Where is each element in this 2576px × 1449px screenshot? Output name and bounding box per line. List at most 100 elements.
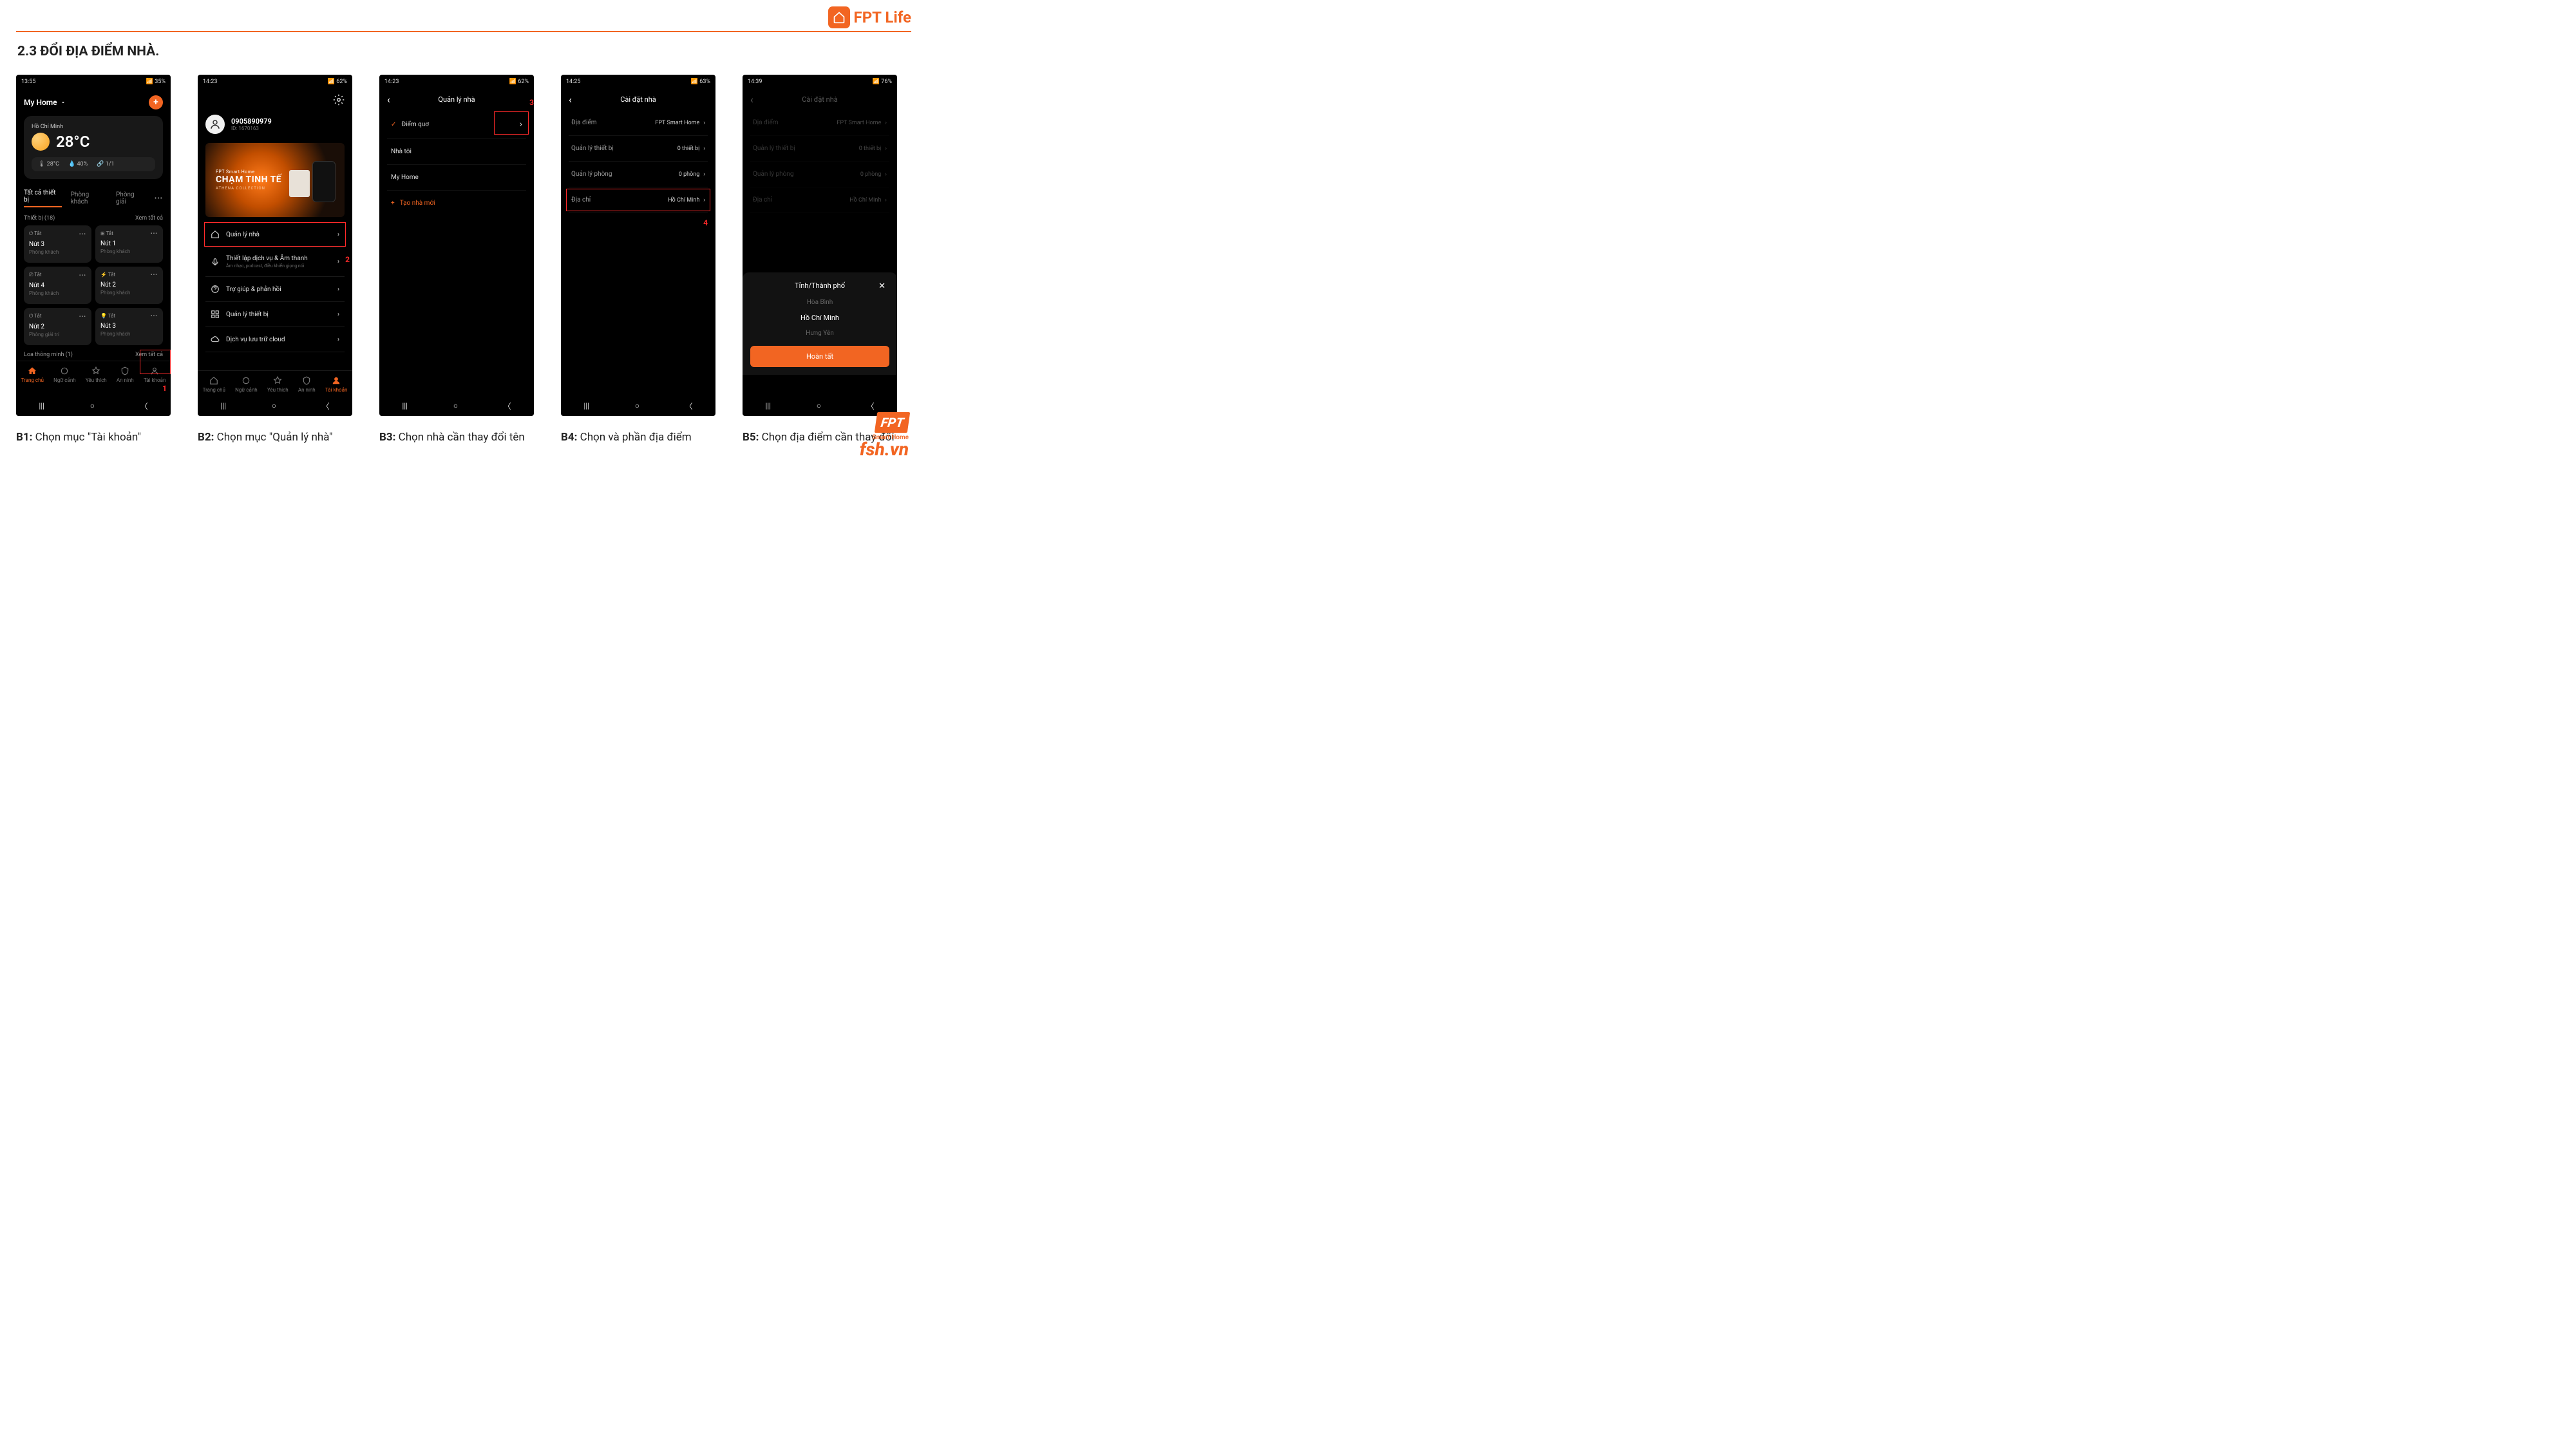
home-item-selected[interactable]: ✓Điểm quơ › — [387, 110, 526, 139]
promo-banner[interactable]: FPT Smart Home CHẠM TINH TẾ ATHENA COLLE… — [205, 143, 345, 217]
caption-b4: B4: Chọn và phần địa điểm — [561, 430, 730, 446]
add-button[interactable]: + — [149, 95, 163, 109]
create-home[interactable]: +Tạo nhà mới — [387, 190, 526, 216]
setting-rooms[interactable]: Quản lý phòng 0 phòng› — [569, 162, 708, 187]
tab-living[interactable]: Phòng khách — [71, 191, 107, 205]
tab-entertainment[interactable]: Phòng giải — [116, 191, 146, 205]
back-button[interactable]: ‹ — [387, 93, 390, 106]
tab-home[interactable]: Trang chủ — [203, 376, 225, 393]
fpt-life-logo-icon — [828, 6, 850, 28]
picker-option[interactable]: Hưng Yên — [806, 330, 833, 337]
tab-all-devices[interactable]: Tất cả thiết bị — [24, 189, 62, 207]
back-button: ‹ — [750, 93, 753, 106]
bulb-icon: 💡 Tắt — [100, 313, 115, 319]
home-icon[interactable]: ○ — [817, 401, 821, 410]
setting-location[interactable]: Địa điểm FPT Smart Home› — [569, 110, 708, 136]
status-battery: 📶 62% — [328, 79, 347, 85]
back-icon[interactable]: 〈 — [140, 401, 148, 412]
more-icon[interactable]: ••• — [151, 231, 158, 236]
phone-b3: 14:23 📶 62% ‹ Quản lý nhà ✓Điểm quơ › Nh… — [379, 75, 534, 416]
home-item[interactable]: Nhà tôi 3 — [387, 139, 526, 165]
more-icon[interactable]: ••• — [79, 272, 86, 278]
slider-icon: ⎚ Tắt — [29, 272, 42, 278]
home-selector[interactable]: My Home — [24, 98, 66, 107]
tab-favorite[interactable]: Yêu thích — [267, 376, 289, 393]
back-icon[interactable]: 〈 — [504, 401, 511, 412]
more-icon[interactable]: ••• — [151, 272, 158, 278]
tab-more-icon[interactable]: ••• — [155, 195, 163, 202]
chevron-right-icon: › — [337, 311, 339, 318]
home-icon[interactable]: ○ — [453, 401, 458, 410]
more-icon[interactable]: ••• — [79, 314, 86, 319]
tab-home[interactable]: Trang chủ — [21, 366, 44, 383]
menu-manage-home[interactable]: Quản lý nhà › — [205, 222, 345, 247]
picker-option[interactable]: Hòa Bình — [807, 299, 833, 306]
home-item[interactable]: My Home — [387, 165, 526, 190]
power-icon: ⏻ Tắt — [29, 231, 41, 237]
recent-icon[interactable]: ||| — [402, 401, 408, 410]
weather-temp: 28°C — [56, 133, 90, 151]
status-battery: 📶 76% — [873, 79, 892, 85]
setting-devices[interactable]: Quản lý thiết bị 0 thiết bị› — [569, 136, 708, 162]
device-card[interactable]: 💡 Tắt••• Nút 3 Phòng khách — [95, 308, 163, 345]
back-icon[interactable]: 〈 — [685, 401, 693, 412]
menu-devices[interactable]: Quản lý thiết bị › — [205, 302, 345, 327]
back-icon[interactable]: 〈 — [322, 401, 330, 412]
device-card[interactable]: ⏻ Tắt••• Nút 2 Phòng giải trí — [24, 308, 91, 345]
device-card[interactable]: ⎚ Tắt••• Nút 4 Phòng khách — [24, 267, 91, 304]
recent-icon[interactable]: ||| — [765, 401, 771, 410]
device-card[interactable]: ⏻ Tắt••• Nút 3 Phòng khách — [24, 225, 91, 263]
status-bar: 14:23 📶 62% — [379, 75, 534, 89]
back-icon[interactable]: 〈 — [867, 401, 875, 412]
menu-audio-service[interactable]: Thiết lập dịch vụ & Âm thanh Âm nhạc, po… — [205, 247, 345, 277]
picker-wheel[interactable]: Hòa Bình Hồ Chí Minh Hưng Yên — [750, 299, 889, 337]
view-all[interactable]: Xem tất cả — [135, 215, 163, 222]
device-card[interactable]: ⚡ Tắt••• Nút 2 Phòng khách — [95, 267, 163, 304]
help-icon — [211, 285, 220, 294]
status-time: 14:25 — [566, 79, 580, 85]
tab-security[interactable]: An ninh — [298, 376, 316, 393]
menu-cloud[interactable]: Dịch vụ lưu trữ cloud › — [205, 327, 345, 352]
recent-icon[interactable]: ||| — [220, 401, 226, 410]
chevron-right-icon: › — [703, 171, 705, 178]
back-button[interactable]: ‹ — [569, 93, 572, 106]
tab-account[interactable]: Tài khoản — [144, 366, 166, 383]
done-button[interactable]: Hoàn tất — [750, 346, 889, 367]
home-icon[interactable]: ○ — [90, 401, 95, 410]
more-icon[interactable]: ••• — [79, 231, 86, 237]
tab-favorite[interactable]: Yêu thích — [86, 366, 107, 383]
tab-scene[interactable]: Ngữ cảnh — [235, 376, 258, 393]
chevron-right-icon: › — [337, 286, 339, 293]
gear-icon[interactable] — [333, 94, 345, 106]
tab-scene[interactable]: Ngữ cảnh — [53, 366, 76, 383]
fpt-life-logo: FPT Life — [828, 6, 911, 28]
picker-option-selected[interactable]: Hồ Chí Minh — [800, 314, 839, 322]
setting-address[interactable]: Địa chỉ Hồ Chí Minh› — [569, 187, 708, 213]
tab-account[interactable]: Tài khoản — [325, 376, 347, 393]
status-bar: 14:25 📶 63% — [561, 75, 715, 89]
recent-icon[interactable]: ||| — [583, 401, 589, 410]
menu-help[interactable]: Trợ giúp & phản hồi › — [205, 277, 345, 302]
chevron-down-icon — [60, 99, 66, 106]
recent-icon[interactable]: ||| — [39, 401, 44, 410]
weather-card[interactable]: Hồ Chí Minh 28°C 🌡 28°C 💧 40% 🔗 1/1 — [24, 116, 163, 179]
status-time: 14:39 — [748, 79, 762, 85]
power-icon: ⏻ Tắt — [29, 313, 41, 319]
status-bar: 14:23 📶 62% — [198, 75, 352, 89]
user-info[interactable]: 0905890979 ID: 1670163 — [198, 111, 352, 138]
check-icon: ✓ — [391, 121, 396, 128]
setting-location: Địa điểm FPT Smart Home› — [750, 110, 889, 136]
col-b3: 14:23 📶 62% ‹ Quản lý nhà ✓Điểm quơ › Nh… — [379, 75, 548, 446]
device-card[interactable]: ⊞ Tắt••• Nút 1 Phòng khách — [95, 225, 163, 263]
chevron-right-icon: › — [703, 120, 705, 126]
device-image — [312, 161, 336, 202]
more-icon[interactable]: ••• — [151, 313, 158, 319]
highlight-num-1: 1 — [162, 384, 167, 393]
home-icon[interactable]: ○ — [272, 401, 276, 410]
home-icon[interactable]: ○ — [635, 401, 639, 410]
close-icon[interactable]: ✕ — [878, 281, 886, 291]
divider — [16, 31, 911, 32]
col-b5: 14:39 📶 76% ‹ Cài đặt nhà Địa điểm FPT S… — [743, 75, 911, 446]
tab-security[interactable]: An ninh — [117, 366, 134, 383]
view-all[interactable]: Xem tất cả — [135, 352, 163, 358]
